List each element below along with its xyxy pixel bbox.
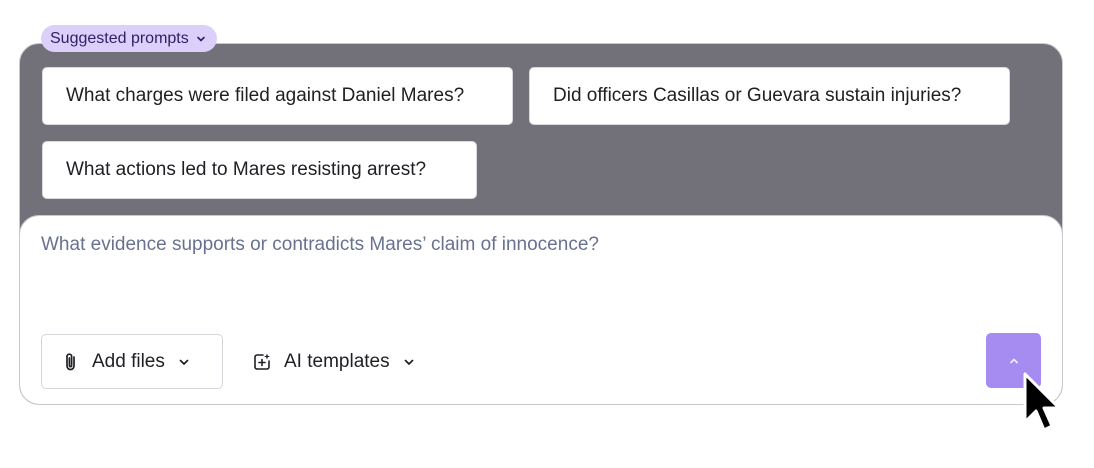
- suggested-prompts-panel: What charges were filed against Daniel M…: [19, 43, 1063, 405]
- suggested-prompt-chip[interactable]: What charges were filed against Daniel M…: [42, 67, 513, 125]
- composer-box: Add files AI templates: [20, 215, 1062, 404]
- paperclip-icon: [62, 352, 80, 372]
- chevron-down-icon: [402, 355, 416, 369]
- chevron-up-icon: [1007, 354, 1021, 368]
- ai-templates-button[interactable]: AI templates: [252, 334, 416, 389]
- suggested-prompt-text: What charges were filed against Daniel M…: [66, 85, 465, 106]
- suggested-prompt-chip[interactable]: Did officers Casillas or Guevara sustain…: [529, 67, 1010, 125]
- chevron-down-icon: [195, 33, 207, 45]
- add-files-label: Add files: [92, 350, 165, 372]
- suggested-prompt-text: What actions led to Mares resisting arre…: [66, 159, 427, 180]
- prompt-composer-widget: Suggested prompts What charges were file…: [0, 0, 1094, 468]
- ai-templates-label: AI templates: [284, 350, 390, 372]
- suggested-prompts-label: Suggested prompts: [50, 29, 189, 47]
- chevron-down-icon: [177, 355, 191, 369]
- prompt-input[interactable]: [41, 234, 1031, 294]
- suggested-prompts-toggle[interactable]: Suggested prompts: [41, 25, 217, 52]
- suggested-prompt-text: Did officers Casillas or Guevara sustain…: [553, 85, 962, 106]
- suggested-prompt-chip[interactable]: What actions led to Mares resisting arre…: [42, 141, 477, 199]
- add-files-button[interactable]: Add files: [41, 334, 223, 389]
- template-sparkle-icon: [252, 352, 272, 372]
- mouse-pointer-icon: [1023, 372, 1063, 443]
